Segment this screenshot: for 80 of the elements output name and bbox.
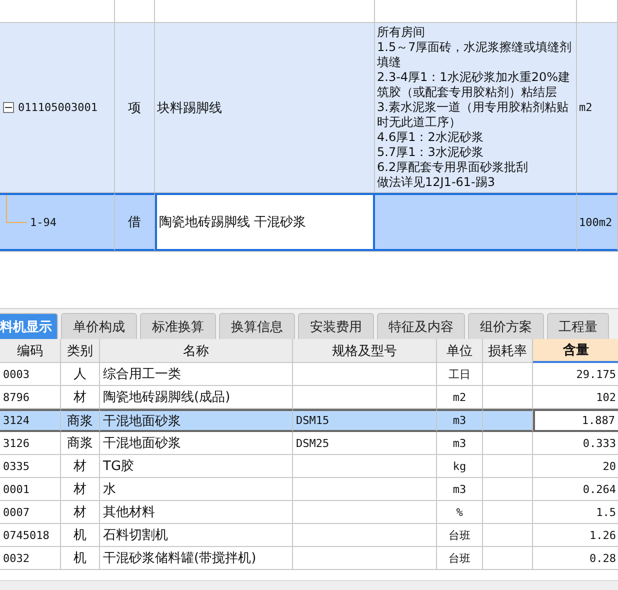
table-cell	[483, 524, 533, 547]
table-cell: 0335	[0, 455, 61, 478]
feature-line: 4.6厚1：2水泥砂浆	[377, 130, 484, 145]
table-cell	[483, 432, 533, 455]
table-cell: 材	[61, 501, 100, 524]
collapse-icon[interactable]	[3, 102, 14, 113]
feature-line: 所有房间	[377, 25, 426, 40]
table-cell	[483, 501, 533, 524]
column-header[interactable]: 名称	[100, 339, 293, 363]
column-header[interactable]: 编码	[0, 339, 61, 363]
table-cell: 0745018	[0, 524, 61, 547]
table-cell: 干混地面砂浆	[100, 432, 293, 455]
feature-line: 6.2厚配套专用界面砂浆批刮	[377, 160, 530, 175]
table-cell: 综合用工一类	[100, 363, 293, 386]
table-cell: 8796	[0, 386, 61, 409]
table-cell: 材	[61, 386, 100, 409]
table-cell	[483, 478, 533, 501]
table-cell: m3	[437, 478, 483, 501]
table-cell: 干混地面砂浆	[100, 409, 293, 432]
type-cell: 项	[115, 23, 155, 193]
table-cell: 1.887	[533, 409, 618, 432]
unit-cell: 100m2	[577, 193, 618, 251]
table-cell: 3124	[0, 409, 61, 432]
feature-line: 1.5～7厚面砖，水泥浆擦缝或填缝剂填缝	[377, 40, 573, 70]
table-cell: 石料切割机	[100, 524, 293, 547]
table-cell	[483, 363, 533, 386]
table-cell: m3	[437, 432, 483, 455]
table-cell: 商浆	[61, 432, 100, 455]
tree-line	[6, 195, 27, 223]
table-cell	[483, 455, 533, 478]
tab[interactable]: 单价构成	[61, 313, 137, 339]
table-cell: 台班	[437, 547, 483, 570]
table-cell: m2	[437, 386, 483, 409]
column-header[interactable]: 规格及型号	[293, 339, 437, 363]
table-cell	[483, 547, 533, 570]
table-cell: TG胶	[100, 455, 293, 478]
table-cell: 3126	[0, 432, 61, 455]
table-cell: 0032	[0, 547, 61, 570]
table-cell: 工日	[437, 363, 483, 386]
table-cell: 0003	[0, 363, 61, 386]
table-cell: 机	[61, 547, 100, 570]
table-cell: 商浆	[61, 409, 100, 432]
table-cell: 其他材料	[100, 501, 293, 524]
column-header[interactable]: 类别	[61, 339, 100, 363]
table-cell: kg	[437, 455, 483, 478]
table-cell: 水	[100, 478, 293, 501]
feature-line: 做法详见12J1-61-踢3	[377, 175, 496, 190]
table-cell: 材	[61, 478, 100, 501]
code-text: 1-94	[30, 216, 56, 228]
tab[interactable]: 组价方案	[468, 313, 544, 339]
table-cell: 材	[61, 455, 100, 478]
table-cell: 机	[61, 524, 100, 547]
tab[interactable]: 安装费用	[298, 313, 374, 339]
table-cell: DSM25	[293, 432, 437, 455]
feature-line: 3.素水泥浆一道（用专用胶粘剂粘贴时无此道工序）	[377, 100, 570, 130]
table-cell: 干混砂浆储料罐(带搅拌机)	[100, 547, 293, 570]
table-cell	[483, 409, 533, 432]
feature-line: 2.3-4厚1：1水泥砂浆加水重20%建筑胶（或配套专用胶粘剂）粘结层	[377, 70, 571, 100]
feature-line: 5.7厚1：3水泥砂浆	[377, 145, 484, 160]
tab[interactable]: 工程量	[547, 313, 609, 339]
tab[interactable]: 换算信息	[219, 313, 295, 339]
type-cell: 借	[115, 193, 155, 251]
unit-cell: m2	[577, 23, 618, 193]
table-cell	[483, 386, 533, 409]
table-cell: m3	[437, 409, 483, 432]
table-cell: DSM15	[293, 409, 437, 432]
name-cell[interactable]: 陶瓷地砖踢脚线 干混砂浆	[155, 193, 375, 251]
table-cell: 人	[61, 363, 100, 386]
tab[interactable]: 标准换算	[140, 313, 216, 339]
table-cell: %	[437, 501, 483, 524]
table-cell: 0007	[0, 501, 61, 524]
table-cell: 台班	[437, 524, 483, 547]
tab[interactable]: 特征及内容	[377, 313, 465, 339]
table-cell: 0001	[0, 478, 61, 501]
code-text: 011105003001	[18, 101, 98, 114]
column-header[interactable]: 含量	[533, 339, 618, 363]
column-header[interactable]: 单位	[437, 339, 483, 363]
name-cell: 块料踢脚线	[155, 23, 375, 193]
table-cell: 陶瓷地砖踢脚线(成品)	[100, 386, 293, 409]
column-header[interactable]: 损耗率	[483, 339, 533, 363]
